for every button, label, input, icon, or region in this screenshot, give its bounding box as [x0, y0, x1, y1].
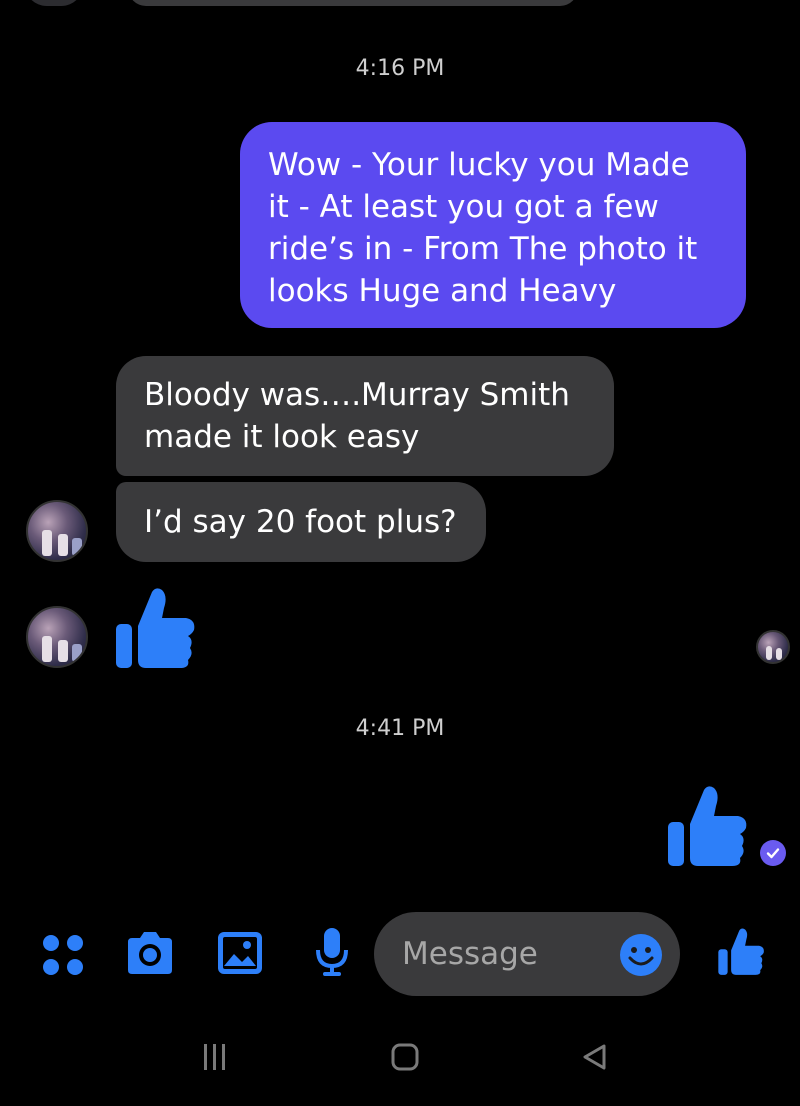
recent-apps-icon[interactable] [202, 1042, 228, 1076]
contact-avatar[interactable] [26, 500, 88, 562]
read-receipt-avatar [756, 630, 790, 664]
microphone-icon[interactable] [314, 926, 350, 982]
thumbs-up-icon[interactable] [716, 926, 766, 980]
incoming-message-bubble[interactable]: Bloody was….Murray Smith made it look ea… [116, 356, 614, 476]
incoming-message-bubble[interactable]: I’d say 20 foot plus? [116, 482, 486, 562]
message-input[interactable] [400, 935, 604, 973]
home-icon[interactable] [390, 1042, 420, 1076]
gallery-icon[interactable] [216, 930, 264, 980]
avatar-cutoff [24, 0, 84, 6]
previous-message-bubble-cutoff [128, 0, 578, 6]
thumbs-up-sent-icon[interactable] [664, 782, 750, 868]
outgoing-message-bubble[interactable]: Wow - Your lucky you Made it - At least … [240, 122, 746, 328]
timestamp: 4:16 PM [355, 56, 445, 81]
system-nav-bar [0, 1016, 800, 1096]
menu-dots-icon[interactable] [40, 932, 86, 978]
seen-check-icon [760, 840, 786, 866]
camera-icon[interactable] [124, 930, 176, 980]
timestamp: 4:41 PM [355, 716, 445, 741]
message-field[interactable] [374, 912, 680, 996]
contact-avatar[interactable] [26, 606, 88, 668]
back-icon[interactable] [580, 1042, 610, 1076]
chat-screen: 4:16 PM Wow - Your lucky you Made it - A… [0, 0, 800, 1106]
emoji-icon[interactable] [618, 932, 664, 982]
message-composer [0, 906, 800, 996]
thumbs-up-reaction-icon[interactable] [112, 584, 198, 670]
